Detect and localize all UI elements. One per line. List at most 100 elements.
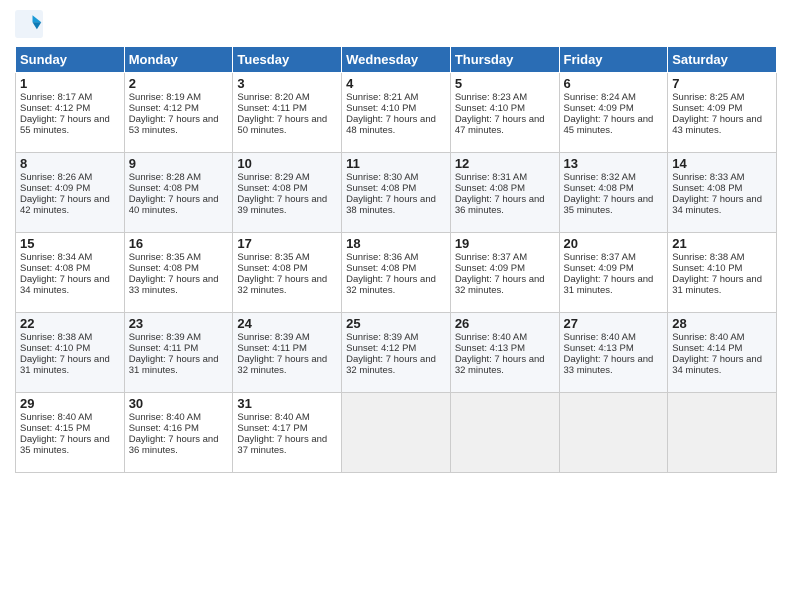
- day-cell: 5 Sunrise: 8:23 AM Sunset: 4:10 PM Dayli…: [450, 73, 559, 153]
- daylight: Daylight: 7 hours and 31 minutes.: [129, 354, 219, 376]
- day-number: 21: [672, 236, 772, 251]
- day-number: 28: [672, 316, 772, 331]
- sunset: Sunset: 4:11 PM: [237, 343, 307, 354]
- daylight: Daylight: 7 hours and 31 minutes.: [20, 354, 110, 376]
- day-cell: 2 Sunrise: 8:19 AM Sunset: 4:12 PM Dayli…: [124, 73, 233, 153]
- day-number: 9: [129, 156, 229, 171]
- day-cell: 19 Sunrise: 8:37 AM Sunset: 4:09 PM Dayl…: [450, 233, 559, 313]
- daylight: Daylight: 7 hours and 42 minutes.: [20, 194, 110, 216]
- sunrise: Sunrise: 8:24 AM: [564, 92, 636, 103]
- daylight: Daylight: 7 hours and 39 minutes.: [237, 194, 327, 216]
- day-cell: 14 Sunrise: 8:33 AM Sunset: 4:08 PM Dayl…: [668, 153, 777, 233]
- sunset: Sunset: 4:09 PM: [20, 183, 90, 194]
- sunset: Sunset: 4:12 PM: [129, 103, 199, 114]
- sunset: Sunset: 4:08 PM: [564, 183, 634, 194]
- day-cell: 31 Sunrise: 8:40 AM Sunset: 4:17 PM Dayl…: [233, 393, 342, 473]
- day-number: 1: [20, 76, 120, 91]
- daylight: Daylight: 7 hours and 32 minutes.: [455, 354, 545, 376]
- day-cell: 21 Sunrise: 8:38 AM Sunset: 4:10 PM Dayl…: [668, 233, 777, 313]
- sunset: Sunset: 4:13 PM: [564, 343, 634, 354]
- sunset: Sunset: 4:17 PM: [237, 423, 307, 434]
- sunrise: Sunrise: 8:28 AM: [129, 172, 201, 183]
- sunrise: Sunrise: 8:29 AM: [237, 172, 309, 183]
- day-cell: 15 Sunrise: 8:34 AM Sunset: 4:08 PM Dayl…: [16, 233, 125, 313]
- header-cell-saturday: Saturday: [668, 47, 777, 73]
- week-row-5: 29 Sunrise: 8:40 AM Sunset: 4:15 PM Dayl…: [16, 393, 777, 473]
- day-number: 3: [237, 76, 337, 91]
- day-number: 2: [129, 76, 229, 91]
- header-cell-friday: Friday: [559, 47, 668, 73]
- sunrise: Sunrise: 8:38 AM: [672, 252, 744, 263]
- day-cell: [559, 393, 668, 473]
- day-cell: 3 Sunrise: 8:20 AM Sunset: 4:11 PM Dayli…: [233, 73, 342, 153]
- day-number: 25: [346, 316, 446, 331]
- day-cell: 29 Sunrise: 8:40 AM Sunset: 4:15 PM Dayl…: [16, 393, 125, 473]
- sunset: Sunset: 4:08 PM: [129, 263, 199, 274]
- day-cell: 16 Sunrise: 8:35 AM Sunset: 4:08 PM Dayl…: [124, 233, 233, 313]
- day-cell: 10 Sunrise: 8:29 AM Sunset: 4:08 PM Dayl…: [233, 153, 342, 233]
- day-number: 27: [564, 316, 664, 331]
- sunset: Sunset: 4:14 PM: [672, 343, 742, 354]
- daylight: Daylight: 7 hours and 38 minutes.: [346, 194, 436, 216]
- day-number: 29: [20, 396, 120, 411]
- sunset: Sunset: 4:09 PM: [672, 103, 742, 114]
- header-cell-sunday: Sunday: [16, 47, 125, 73]
- daylight: Daylight: 7 hours and 45 minutes.: [564, 114, 654, 136]
- day-number: 15: [20, 236, 120, 251]
- header-cell-thursday: Thursday: [450, 47, 559, 73]
- sunset: Sunset: 4:08 PM: [346, 183, 416, 194]
- daylight: Daylight: 7 hours and 36 minutes.: [455, 194, 545, 216]
- daylight: Daylight: 7 hours and 33 minutes.: [564, 354, 654, 376]
- daylight: Daylight: 7 hours and 37 minutes.: [237, 434, 327, 456]
- sunrise: Sunrise: 8:40 AM: [564, 332, 636, 343]
- day-cell: 23 Sunrise: 8:39 AM Sunset: 4:11 PM Dayl…: [124, 313, 233, 393]
- sunrise: Sunrise: 8:35 AM: [129, 252, 201, 263]
- day-number: 31: [237, 396, 337, 411]
- sunset: Sunset: 4:08 PM: [129, 183, 199, 194]
- daylight: Daylight: 7 hours and 40 minutes.: [129, 194, 219, 216]
- day-number: 10: [237, 156, 337, 171]
- sunset: Sunset: 4:08 PM: [672, 183, 742, 194]
- day-number: 30: [129, 396, 229, 411]
- sunrise: Sunrise: 8:40 AM: [237, 412, 309, 423]
- sunrise: Sunrise: 8:39 AM: [237, 332, 309, 343]
- day-cell: 4 Sunrise: 8:21 AM Sunset: 4:10 PM Dayli…: [342, 73, 451, 153]
- day-cell: 7 Sunrise: 8:25 AM Sunset: 4:09 PM Dayli…: [668, 73, 777, 153]
- day-number: 5: [455, 76, 555, 91]
- day-cell: [668, 393, 777, 473]
- sunrise: Sunrise: 8:37 AM: [564, 252, 636, 263]
- day-cell: 1 Sunrise: 8:17 AM Sunset: 4:12 PM Dayli…: [16, 73, 125, 153]
- day-number: 20: [564, 236, 664, 251]
- daylight: Daylight: 7 hours and 32 minutes.: [237, 274, 327, 296]
- day-number: 24: [237, 316, 337, 331]
- day-number: 4: [346, 76, 446, 91]
- logo: [15, 10, 47, 38]
- day-cell: 6 Sunrise: 8:24 AM Sunset: 4:09 PM Dayli…: [559, 73, 668, 153]
- sunrise: Sunrise: 8:21 AM: [346, 92, 418, 103]
- header-cell-tuesday: Tuesday: [233, 47, 342, 73]
- daylight: Daylight: 7 hours and 31 minutes.: [564, 274, 654, 296]
- sunset: Sunset: 4:08 PM: [237, 263, 307, 274]
- sunset: Sunset: 4:09 PM: [564, 103, 634, 114]
- daylight: Daylight: 7 hours and 32 minutes.: [346, 354, 436, 376]
- sunset: Sunset: 4:08 PM: [237, 183, 307, 194]
- daylight: Daylight: 7 hours and 36 minutes.: [129, 434, 219, 456]
- sunrise: Sunrise: 8:32 AM: [564, 172, 636, 183]
- sunrise: Sunrise: 8:39 AM: [346, 332, 418, 343]
- day-cell: [342, 393, 451, 473]
- sunrise: Sunrise: 8:40 AM: [20, 412, 92, 423]
- sunrise: Sunrise: 8:37 AM: [455, 252, 527, 263]
- day-cell: 26 Sunrise: 8:40 AM Sunset: 4:13 PM Dayl…: [450, 313, 559, 393]
- day-number: 13: [564, 156, 664, 171]
- header-row: SundayMondayTuesdayWednesdayThursdayFrid…: [16, 47, 777, 73]
- daylight: Daylight: 7 hours and 48 minutes.: [346, 114, 436, 136]
- day-number: 7: [672, 76, 772, 91]
- sunrise: Sunrise: 8:20 AM: [237, 92, 309, 103]
- day-number: 6: [564, 76, 664, 91]
- daylight: Daylight: 7 hours and 32 minutes.: [455, 274, 545, 296]
- week-row-4: 22 Sunrise: 8:38 AM Sunset: 4:10 PM Dayl…: [16, 313, 777, 393]
- week-row-1: 1 Sunrise: 8:17 AM Sunset: 4:12 PM Dayli…: [16, 73, 777, 153]
- logo-icon: [15, 10, 43, 38]
- day-number: 14: [672, 156, 772, 171]
- daylight: Daylight: 7 hours and 50 minutes.: [237, 114, 327, 136]
